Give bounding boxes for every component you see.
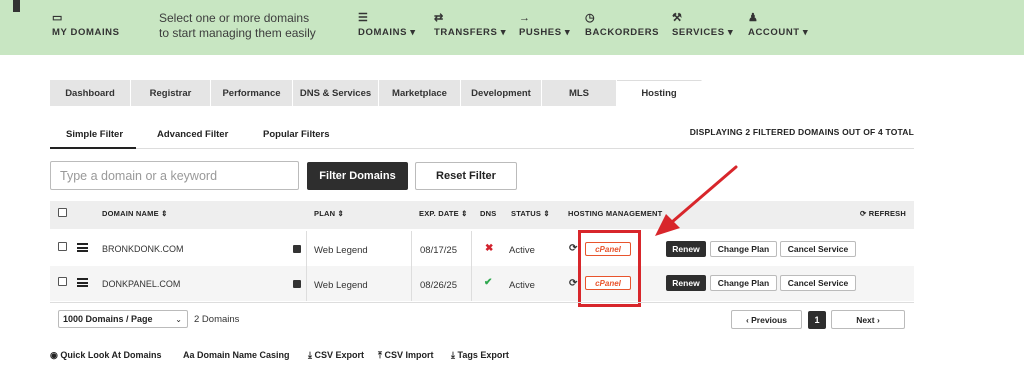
status-text: Active bbox=[509, 280, 535, 291]
clock-icon: ◷ bbox=[585, 12, 596, 24]
tab-marketplace[interactable]: Marketplace bbox=[379, 80, 461, 106]
tab-mls[interactable]: MLS bbox=[542, 80, 617, 106]
cancel-service-button[interactable]: Cancel Service bbox=[780, 275, 856, 291]
row-checkbox[interactable] bbox=[58, 242, 67, 251]
tab-dns-services[interactable]: DNS & Services bbox=[293, 80, 379, 106]
column-divider bbox=[471, 231, 472, 266]
select-all-checkbox[interactable] bbox=[58, 208, 67, 217]
col-exp-date[interactable]: EXP. DATE ⇕ bbox=[419, 209, 468, 218]
nav-subtitle: Select one or more domains to start mana… bbox=[159, 11, 316, 41]
table-footer-divider bbox=[50, 302, 914, 303]
nav-subtitle-line1: Select one or more domains bbox=[159, 11, 310, 25]
tab-hosting[interactable]: Hosting bbox=[617, 80, 702, 106]
plan-name: Web Legend bbox=[314, 245, 368, 256]
nav-backorders[interactable]: ◷ BACKORDERS bbox=[585, 12, 659, 38]
exp-date: 08/17/25 bbox=[420, 245, 457, 256]
tab-simple-filter[interactable]: Simple Filter bbox=[66, 129, 123, 140]
top-nav: ▭ MY DOMAINS Select one or more domains … bbox=[0, 0, 1024, 55]
reset-filter-button[interactable]: Reset Filter bbox=[415, 162, 517, 190]
eye-icon: ◉ bbox=[50, 350, 61, 360]
nav-domains[interactable]: ☰ DOMAINS ▾ bbox=[358, 12, 416, 38]
list-icon: ☰ bbox=[358, 12, 369, 24]
column-divider bbox=[411, 266, 412, 301]
renew-button[interactable]: Renew bbox=[666, 241, 706, 257]
col-domain-name[interactable]: DOMAIN NAME ⇕ bbox=[102, 209, 168, 218]
transfer-icon: ⇄ bbox=[434, 12, 444, 24]
row-menu-icon[interactable] bbox=[77, 278, 88, 287]
wrench-icon: ⚒ bbox=[672, 12, 683, 24]
filter-tabs-divider bbox=[50, 148, 914, 149]
text-case-icon: Aa bbox=[183, 350, 198, 360]
change-plan-button[interactable]: Change Plan bbox=[710, 241, 777, 257]
user-icon: ♟ bbox=[748, 12, 759, 24]
cancel-service-button[interactable]: Cancel Service bbox=[780, 241, 856, 257]
tab-dashboard[interactable]: Dashboard bbox=[50, 80, 131, 106]
filter-domains-button[interactable]: Filter Domains bbox=[307, 162, 408, 190]
nav-edge-mark bbox=[13, 0, 20, 12]
tab-registrar[interactable]: Registrar bbox=[131, 80, 211, 106]
nav-account[interactable]: ♟ ACCOUNT ▾ bbox=[748, 12, 808, 38]
col-dns: DNS bbox=[480, 209, 497, 218]
csv-export-link[interactable]: ⤓ CSV Export bbox=[308, 350, 364, 361]
chevron-down-icon: ⌄ bbox=[175, 314, 182, 324]
row-checkbox[interactable] bbox=[58, 277, 67, 286]
domain-casing-link[interactable]: Aa Domain Name Casing bbox=[183, 350, 290, 360]
plan-name: Web Legend bbox=[314, 280, 368, 291]
tab-advanced-filter[interactable]: Advanced Filter bbox=[157, 129, 228, 140]
column-divider bbox=[306, 231, 307, 266]
col-status[interactable]: STATUS ⇕ bbox=[511, 209, 550, 218]
quick-look-link[interactable]: ◉ Quick Look At Domains bbox=[50, 350, 162, 361]
external-link-icon[interactable] bbox=[293, 245, 301, 253]
renew-button[interactable]: Renew bbox=[666, 275, 706, 291]
column-divider bbox=[471, 266, 472, 301]
col-hosting-management: HOSTING MANAGEMENT bbox=[568, 209, 663, 218]
nav-services[interactable]: ⚒ SERVICES ▾ bbox=[672, 12, 733, 38]
nav-subtitle-line2: to start managing them easily bbox=[159, 26, 316, 40]
previous-button[interactable]: ‹ Previous bbox=[731, 310, 802, 329]
dns-ok-icon: ✔ bbox=[484, 277, 493, 288]
column-divider bbox=[306, 266, 307, 301]
current-page[interactable]: 1 bbox=[808, 311, 826, 329]
domain-count: 2 Domains bbox=[194, 314, 240, 325]
per-page-select[interactable]: 1000 Domains / Page ⌄ bbox=[58, 310, 188, 328]
displaying-count: DISPLAYING 2 FILTERED DOMAINS OUT OF 4 T… bbox=[689, 127, 914, 137]
active-filter-underline bbox=[50, 147, 136, 149]
nav-pushes[interactable]: → PUSHES ▾ bbox=[519, 12, 570, 38]
change-plan-button[interactable]: Change Plan bbox=[710, 275, 777, 291]
external-link-icon[interactable] bbox=[293, 280, 301, 288]
nav-my-domains[interactable]: ▭ MY DOMAINS bbox=[52, 12, 120, 38]
tags-export-link[interactable]: ⤓ Tags Export bbox=[451, 350, 509, 361]
sync-icon[interactable]: ⟳ bbox=[569, 278, 577, 289]
sync-icon[interactable]: ⟳ bbox=[569, 243, 577, 254]
tab-performance[interactable]: Performance bbox=[211, 80, 293, 106]
col-plan[interactable]: PLAN ⇕ bbox=[314, 209, 344, 218]
domain-name[interactable]: BRONKDONK.COM bbox=[102, 244, 184, 254]
arrow-right-icon: → bbox=[519, 12, 531, 24]
section-tabs: Dashboard Registrar Performance DNS & Se… bbox=[50, 80, 702, 106]
column-divider bbox=[411, 231, 412, 266]
domain-name[interactable]: DONKPANEL.COM bbox=[102, 279, 180, 289]
nav-transfers[interactable]: ⇄ TRANSFERS ▾ bbox=[434, 12, 506, 38]
csv-import-link[interactable]: ⤒ CSV Import bbox=[378, 350, 434, 361]
list-icon: ▭ bbox=[52, 12, 63, 24]
row-menu-icon[interactable] bbox=[77, 243, 88, 252]
search-input[interactable] bbox=[50, 161, 299, 190]
tab-development[interactable]: Development bbox=[461, 80, 542, 106]
status-text: Active bbox=[509, 245, 535, 256]
tab-popular-filters[interactable]: Popular Filters bbox=[263, 129, 330, 140]
next-button[interactable]: Next › bbox=[831, 310, 905, 329]
dns-fail-icon: ✖ bbox=[485, 243, 494, 254]
refresh-link[interactable]: ⟳ REFRESH bbox=[860, 209, 906, 218]
highlight-box bbox=[578, 230, 641, 307]
exp-date: 08/26/25 bbox=[420, 280, 457, 291]
